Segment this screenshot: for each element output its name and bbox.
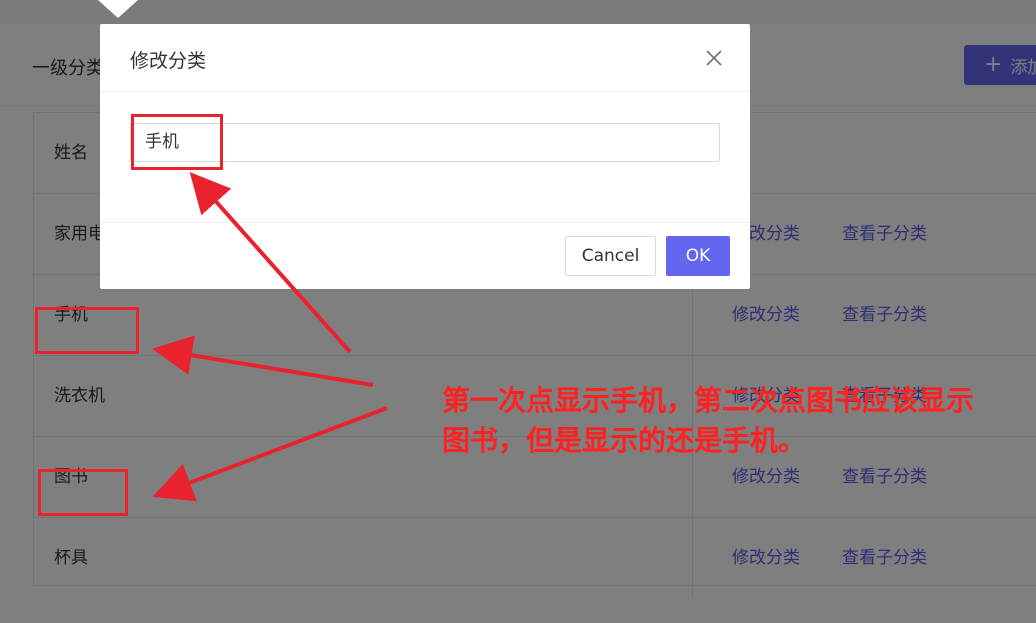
arrow-to-input: [189, 172, 352, 354]
arrow-to-phone-row: [152, 335, 374, 387]
annotation-arrows: [152, 172, 388, 502]
annotation-line-2: 图书，但是显示的还是手机。: [442, 424, 807, 457]
annotation-line-1: 第一次点显示手机，第二次点图书应该显示: [442, 384, 975, 417]
arrow-to-book-row: [152, 406, 388, 502]
annotation-text: 第一次点显示手机，第二次点图书应该显示 图书，但是显示的还是手机。: [442, 381, 1032, 461]
